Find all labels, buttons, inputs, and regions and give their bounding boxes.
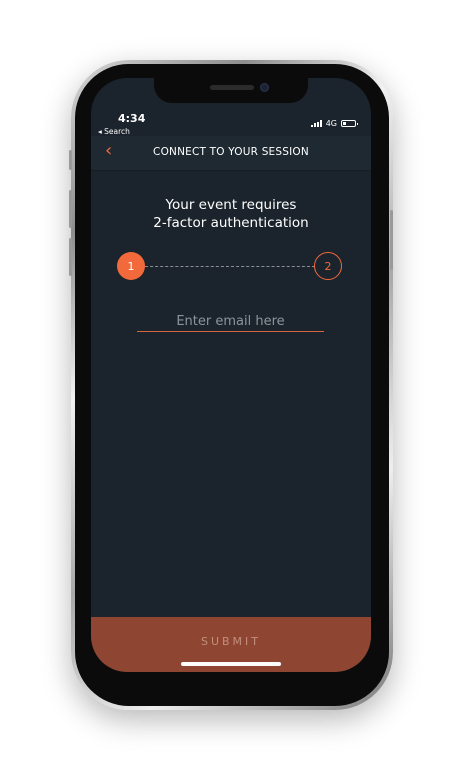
home-indicator[interactable]: [181, 662, 281, 666]
auth-heading: Your event requires 2-factor authenticat…: [91, 196, 371, 232]
signal-icon: [310, 120, 322, 127]
step-2-indicator: 2: [314, 252, 342, 280]
app-screen: 4:34 ◂ Search 4G ‹ CONNECT TO YOUR SESSI…: [91, 78, 371, 672]
heading-line-1: Your event requires: [165, 197, 297, 213]
status-time: 4:34: [118, 112, 146, 125]
nav-bar: ‹ CONNECT TO YOUR SESSION: [91, 136, 371, 171]
volume-up-button: [69, 190, 72, 228]
email-input[interactable]: [137, 311, 324, 332]
notch: [154, 77, 308, 103]
page-title: CONNECT TO YOUR SESSION: [153, 146, 309, 158]
power-button: [390, 210, 393, 270]
camera-icon: [260, 83, 269, 92]
status-indicators: 4G: [310, 119, 358, 128]
step-connector: [145, 266, 315, 267]
network-type: 4G: [325, 119, 337, 128]
back-to-search-link[interactable]: ◂ Search: [98, 127, 130, 136]
heading-line-2: 2-factor authentication: [153, 215, 309, 231]
volume-down-button: [69, 238, 72, 276]
battery-icon: [341, 120, 358, 127]
mute-switch: [69, 150, 72, 170]
step-1-indicator: 1: [117, 252, 145, 280]
speaker-grille: [210, 85, 254, 90]
